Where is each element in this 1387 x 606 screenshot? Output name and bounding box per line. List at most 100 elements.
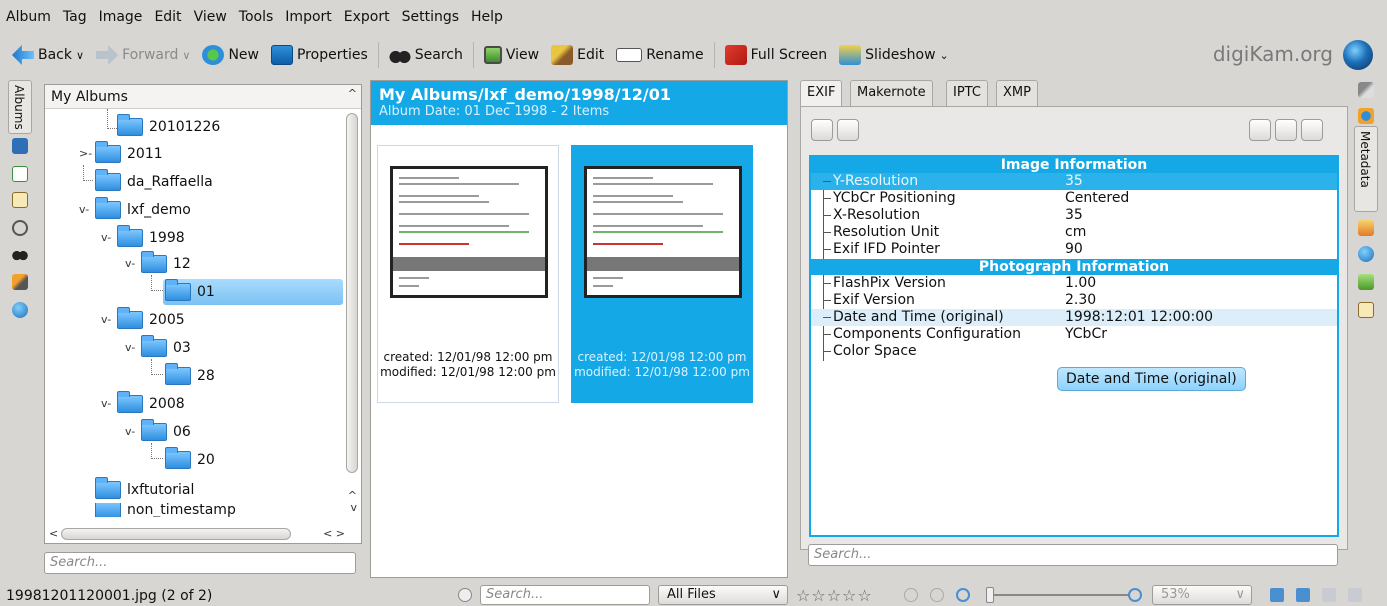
zoom-out-icon[interactable] xyxy=(930,588,944,602)
timeline-icon[interactable] xyxy=(12,220,28,236)
pencil-icon[interactable] xyxy=(1358,82,1374,98)
menu-tag[interactable]: Tag xyxy=(63,9,87,25)
menu-view[interactable]: View xyxy=(194,9,227,25)
tree-item-06[interactable]: 06 xyxy=(141,419,191,445)
properties-button[interactable]: Properties xyxy=(265,40,374,70)
menu-image[interactable]: Image xyxy=(99,9,143,25)
tab-makernote[interactable]: Makernote xyxy=(850,80,933,106)
metadata-row[interactable]: Exif IFD Pointer 90 xyxy=(811,241,1337,258)
tree-item-20[interactable]: 20 xyxy=(165,447,215,473)
copy-icon[interactable] xyxy=(1301,119,1323,141)
globe-icon[interactable] xyxy=(1358,246,1374,262)
file-filter-select[interactable]: All Files ∨ xyxy=(658,585,788,605)
album-search-input[interactable]: Search... xyxy=(44,552,356,574)
menu-help[interactable]: Help xyxy=(471,9,503,25)
zoom-level-select[interactable]: 53% ∨ xyxy=(1152,585,1252,605)
expand-arrow-icon[interactable]: >- xyxy=(79,147,92,160)
collapse-arrow-icon[interactable]: v- xyxy=(125,257,135,270)
tree-item-2005[interactable]: 2005 xyxy=(117,307,185,333)
search-button[interactable]: Search xyxy=(383,40,469,70)
menu-export[interactable]: Export xyxy=(344,9,390,25)
tree-item-lxftutorial[interactable]: lxftutorial xyxy=(95,477,194,503)
tree-item-20101226[interactable]: 20101226 xyxy=(117,114,220,140)
rating-filter[interactable]: ☆☆☆☆☆ xyxy=(796,586,873,605)
scroll-right-icon[interactable]: < > xyxy=(323,527,345,540)
zoom-in-icon[interactable] xyxy=(956,588,970,602)
full-screen-button[interactable]: Full Screen xyxy=(719,40,834,70)
collapse-arrow-icon[interactable]: v- xyxy=(101,231,111,244)
back-button[interactable]: Back ∨ xyxy=(6,40,90,70)
first-image-icon[interactable] xyxy=(1270,588,1284,602)
thumbnail-item[interactable]: created: 12/01/98 12:00 pm modified: 12/… xyxy=(377,145,559,403)
metadata-row[interactable]: X-Resolution 35 xyxy=(811,207,1337,224)
tools-icon[interactable] xyxy=(1358,274,1374,290)
menu-tools[interactable]: Tools xyxy=(239,9,274,25)
tab-exif[interactable]: EXIF xyxy=(800,80,843,108)
metadata-row[interactable]: Resolution Unit cm xyxy=(811,224,1337,241)
tab-xmp[interactable]: XMP xyxy=(996,80,1038,106)
globe-icon[interactable] xyxy=(12,302,28,318)
zoom-in-icon[interactable] xyxy=(1128,588,1142,602)
tree-item-da-raffaella[interactable]: da_Raffaella xyxy=(95,169,213,195)
collapse-arrow-icon[interactable]: v- xyxy=(101,313,111,326)
collapse-arrow-icon[interactable]: v- xyxy=(125,425,135,438)
captions-icon[interactable] xyxy=(1358,302,1374,318)
tab-iptc[interactable]: IPTC xyxy=(946,80,988,106)
scrollbar-thumb[interactable] xyxy=(61,528,291,540)
chevron-down-icon[interactable]: ∨ xyxy=(76,49,84,62)
tree-horizontal-scrollbar[interactable]: < < > xyxy=(47,527,347,541)
tree-item-non-timestamp[interactable]: non_timestamp xyxy=(95,503,236,517)
list-icon[interactable] xyxy=(837,119,859,141)
calendar-icon[interactable] xyxy=(12,138,28,154)
search-clear-icon[interactable] xyxy=(458,588,472,602)
metadata-row[interactable]: Exif Version 2.30 xyxy=(811,292,1337,309)
tree-item-28[interactable]: 28 xyxy=(165,363,215,389)
binoculars-icon[interactable] xyxy=(12,246,28,262)
tag-icon[interactable] xyxy=(12,166,28,182)
metadata-row[interactable]: Components Configuration YCbCr xyxy=(811,326,1337,343)
tree-item-12[interactable]: 12 xyxy=(141,251,191,277)
rename-button[interactable]: Rename xyxy=(610,40,709,70)
collapse-arrow-icon[interactable]: v- xyxy=(125,341,135,354)
colors-icon[interactable] xyxy=(1358,220,1374,236)
collapse-arrow-icon[interactable]: v- xyxy=(79,203,89,216)
tree-item-01[interactable]: 01 xyxy=(163,279,343,305)
previous-image-icon[interactable] xyxy=(1296,588,1310,602)
menu-settings[interactable]: Settings xyxy=(402,9,459,25)
scroll-down-icon[interactable]: v xyxy=(350,501,357,514)
view-button[interactable]: View xyxy=(478,40,545,70)
tree-item-1998[interactable]: 1998 xyxy=(117,225,185,251)
edit-button[interactable]: Edit xyxy=(545,40,610,70)
tree-item-lxf-demo[interactable]: lxf_demo xyxy=(95,197,191,223)
filter-icon[interactable] xyxy=(904,588,918,602)
chevron-down-icon[interactable]: ∨ xyxy=(182,49,190,62)
tree-vertical-scrollbar[interactable] xyxy=(345,87,359,517)
thumbnail-item[interactable]: created: 12/01/98 12:00 pm modified: 12/… xyxy=(571,145,753,403)
menu-edit[interactable]: Edit xyxy=(154,9,181,25)
save-icon[interactable] xyxy=(1249,119,1271,141)
chevron-down-icon[interactable]: ⌄ xyxy=(940,49,949,62)
zoom-slider-handle[interactable] xyxy=(986,587,994,603)
slideshow-button[interactable]: Slideshow ⌄ xyxy=(833,40,955,70)
metadata-row[interactable]: Y-Resolution 35 xyxy=(811,173,1337,190)
clipboard-icon[interactable] xyxy=(12,192,28,208)
metadata-row[interactable]: YCbCr Positioning Centered xyxy=(811,190,1337,207)
forward-button[interactable]: Forward ∨ xyxy=(90,40,196,70)
metadata-row[interactable]: FlashPix Version 1.00 xyxy=(811,275,1337,292)
tab-albums[interactable]: Albums xyxy=(8,80,32,134)
wand-icon[interactable] xyxy=(12,274,28,290)
metadata-row[interactable]: Date and Time (original) 1998:12:01 12:00… xyxy=(811,309,1337,326)
new-button[interactable]: New xyxy=(196,40,265,70)
metadata-row[interactable]: Color Space xyxy=(811,343,1337,360)
next-image-icon[interactable] xyxy=(1322,588,1336,602)
print-icon[interactable] xyxy=(1275,119,1297,141)
menu-import[interactable]: Import xyxy=(285,9,331,25)
collapse-arrow-icon[interactable]: v- xyxy=(101,397,111,410)
scroll-left-icon[interactable]: < xyxy=(49,527,58,540)
menu-album[interactable]: Album xyxy=(6,9,51,25)
properties-icon[interactable] xyxy=(1358,108,1374,124)
last-image-icon[interactable] xyxy=(1348,588,1362,602)
zoom-slider[interactable] xyxy=(990,594,1130,596)
scrollbar-thumb[interactable] xyxy=(346,113,358,473)
tree-item-2008[interactable]: 2008 xyxy=(117,391,185,417)
